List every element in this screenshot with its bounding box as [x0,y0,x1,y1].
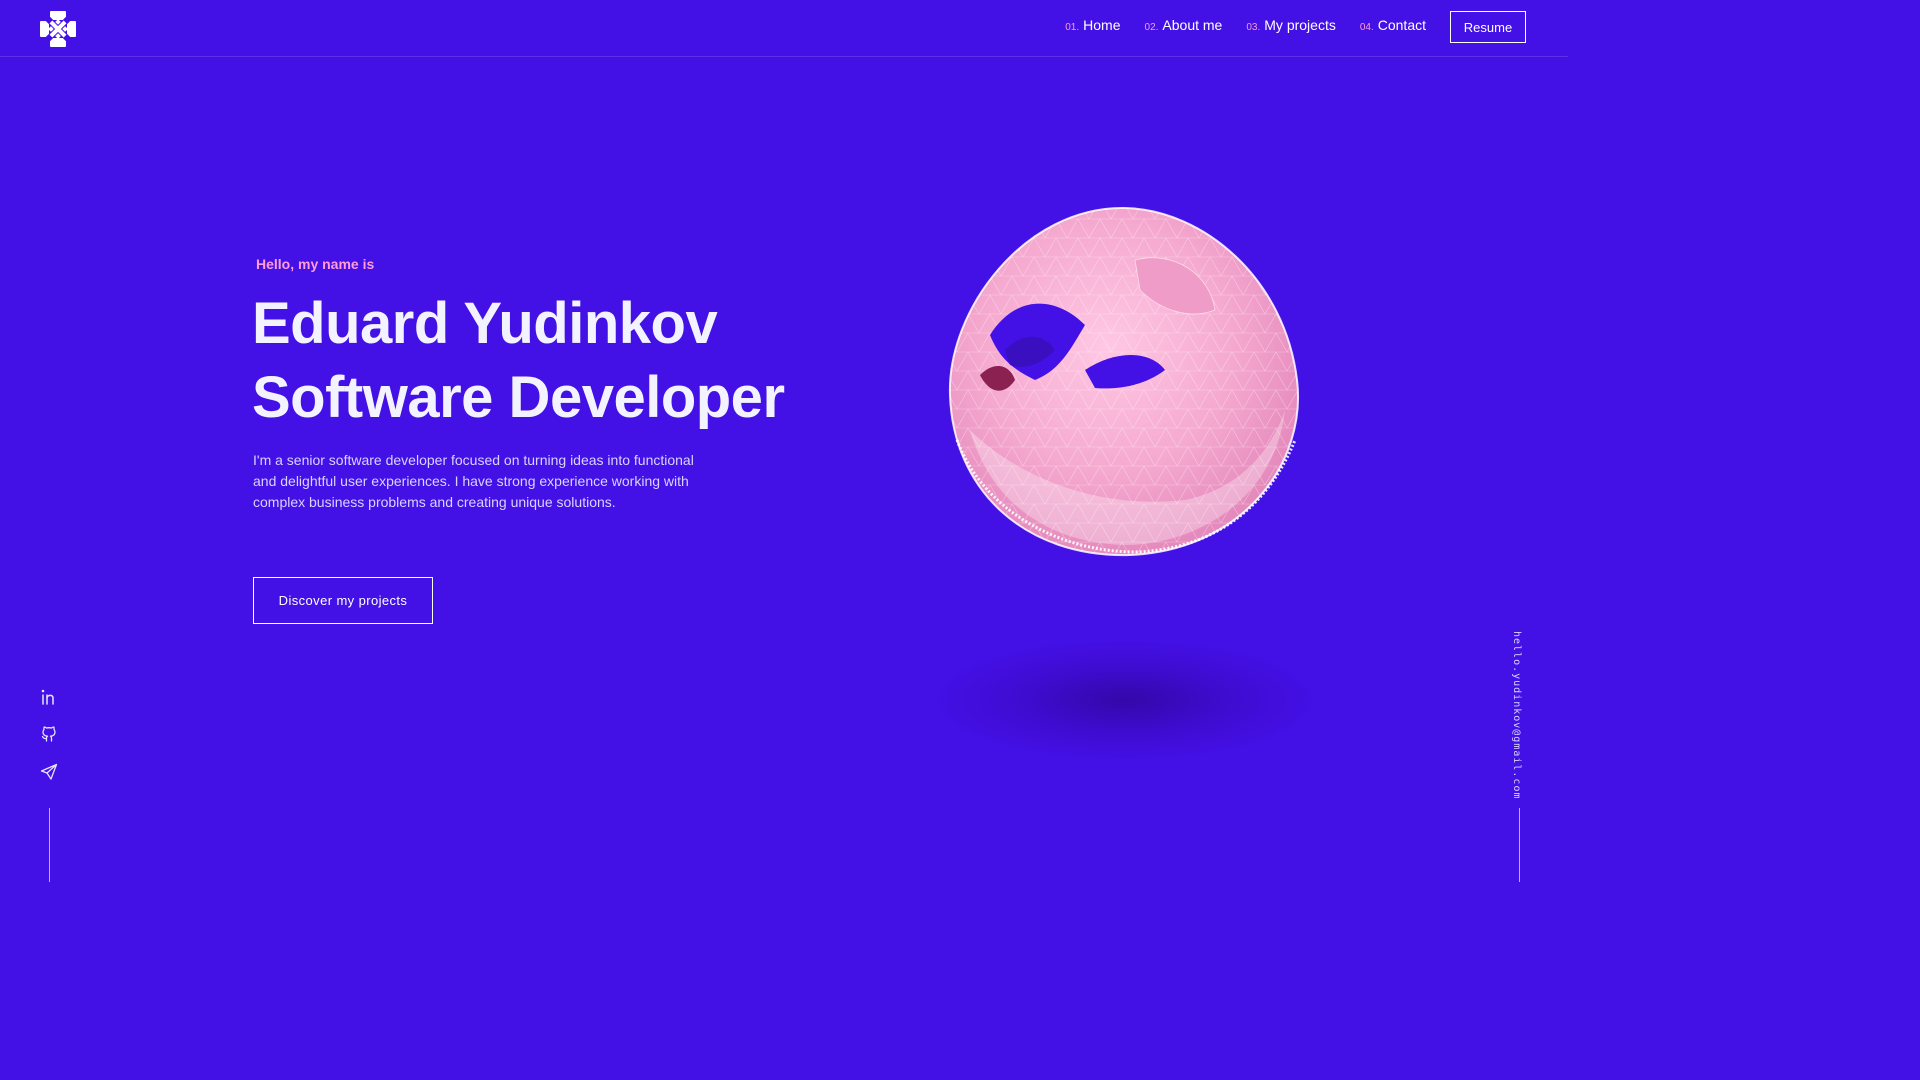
nav-contact[interactable]: 04. Contact [1360,17,1426,33]
nav-label: My projects [1264,17,1336,33]
nav-label: About me [1162,17,1223,33]
nav-number: 02. [1144,22,1159,33]
nav-number: 01. [1065,22,1080,33]
github-icon[interactable] [40,725,58,743]
discover-projects-button[interactable]: Discover my projects [253,577,433,624]
nav-projects[interactable]: 03. My projects [1246,17,1335,33]
site-header: 01. Home 02. About me 03. My projects 04… [0,0,1568,57]
nav-home[interactable]: 01. Home [1065,17,1120,33]
telegram-icon[interactable] [40,763,58,781]
hero-greeting: Hello, my name is [256,256,375,272]
linkedin-icon[interactable] [40,688,58,706]
main-nav: 01. Home 02. About me 03. My projects 04… [1065,17,1426,33]
sphere-shadow [935,640,1315,760]
email-link[interactable]: hello.yudinkov@gmail.com [1511,631,1522,800]
hero-role: Software Developer [252,365,785,430]
resume-button[interactable]: Resume [1450,11,1526,43]
nav-about[interactable]: 02. About me [1145,17,1223,33]
nav-number: 03. [1246,22,1261,33]
right-vertical-line [1519,808,1520,882]
brand-logo-icon[interactable] [40,11,76,47]
nav-number: 04. [1359,22,1374,33]
nav-label: Home [1083,17,1121,33]
hero-intro: I'm a senior software developer focused … [253,452,694,510]
hero-name: Eduard Yudinkov [252,291,718,356]
nav-label: Contact [1377,17,1426,33]
3d-sphere-model [948,206,1300,557]
left-vertical-line [49,808,50,882]
